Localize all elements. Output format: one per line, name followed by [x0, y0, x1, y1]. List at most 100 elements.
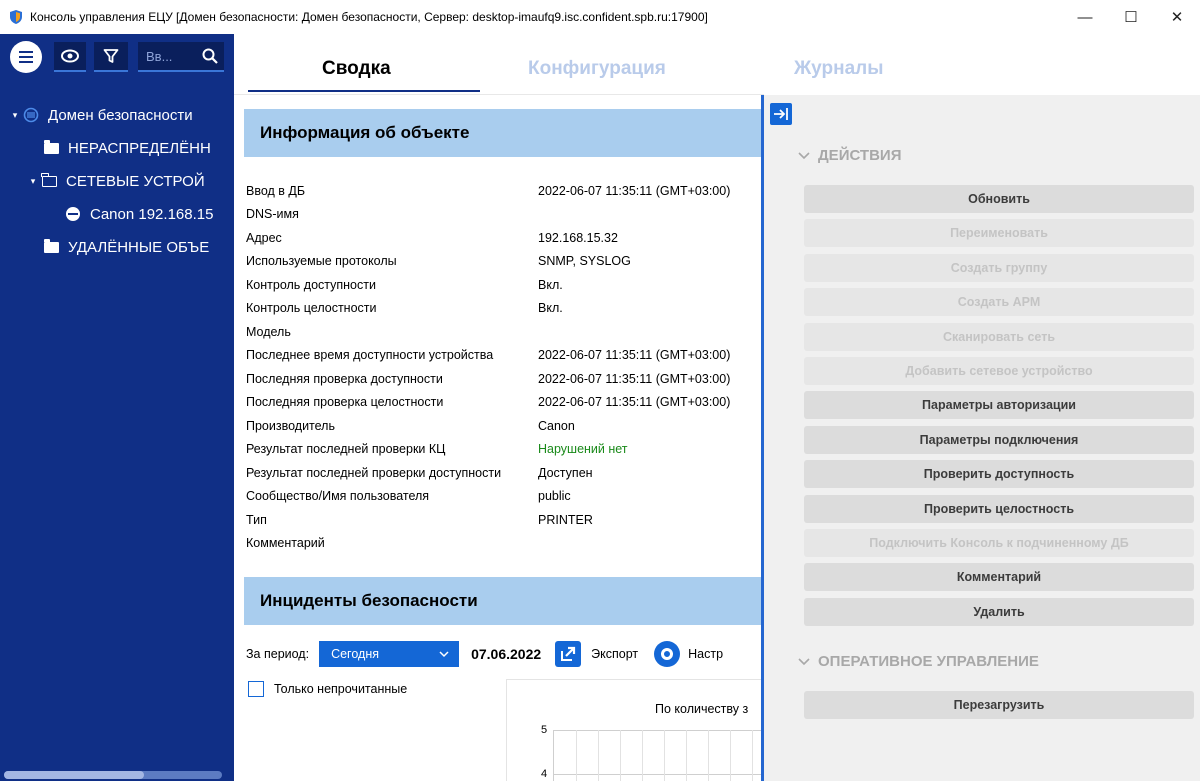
- filter-button[interactable]: [94, 42, 128, 72]
- property-row: Последняя проверка целостности 2022-06-07…: [246, 391, 761, 415]
- property-key: Контроль целостности: [246, 301, 377, 316]
- window-title: Консоль управления ЕЦУ [Домен безопаснос…: [30, 10, 708, 24]
- device-icon: [64, 206, 82, 222]
- auth-settings-button[interactable]: Параметры авторизации: [804, 391, 1194, 420]
- navigation-horizontal-scrollbar[interactable]: [4, 771, 222, 779]
- y-tick-label: 4: [541, 768, 548, 780]
- domain-icon: [22, 107, 40, 123]
- minimize-button[interactable]: —: [1062, 0, 1108, 34]
- tree-item-label: Canon 192.168.15: [90, 205, 214, 223]
- tab-summary[interactable]: Сводка: [322, 58, 391, 80]
- folder-icon: [42, 139, 60, 156]
- operational-actions-list: Перезагрузить: [804, 691, 1194, 725]
- app-shield-icon: [10, 10, 22, 24]
- property-row: Ввод в ДБ 2022-06-07 11:35:11 (GMT+03:00): [246, 179, 761, 203]
- integrity-status-value: Нарушений нет: [538, 442, 628, 457]
- property-value: Canon: [538, 418, 575, 433]
- actions-panel: ДЕЙСТВИЯ Обновить Переименовать Создать …: [764, 95, 1200, 781]
- period-label: За период:: [246, 647, 310, 661]
- property-value: Вкл.: [538, 277, 563, 292]
- navigation-panel: ▾ Домен безопасности НЕРАСПРЕДЕЛЁНН ▾ СЕ…: [0, 34, 234, 781]
- gear-icon[interactable]: [654, 641, 681, 667]
- chevron-down-icon: [798, 657, 810, 665]
- checkbox-box[interactable]: [248, 681, 264, 697]
- property-key: Используемые протоколы: [246, 254, 397, 269]
- tree-item-domain[interactable]: ▾ Домен безопасности: [8, 98, 193, 132]
- property-value: SNMP, SYSLOG: [538, 254, 631, 269]
- tree-search-input[interactable]: [146, 48, 190, 64]
- incidents-header[interactable]: Инциденты безопасности: [244, 577, 761, 625]
- tree-item-label: Домен безопасности: [48, 106, 193, 124]
- summary-panel: Информация об объекте Ввод в ДБ 2022-06-0…: [234, 95, 761, 781]
- actions-group-title: ДЕЙСТВИЯ: [818, 147, 902, 164]
- property-value: 2022-06-07 11:35:11 (GMT+03:00): [538, 395, 731, 410]
- comment-button[interactable]: Комментарий: [804, 563, 1194, 592]
- check-integrity-button[interactable]: Проверить целостность: [804, 494, 1194, 523]
- property-value: 2022-06-07 11:35:11 (GMT+03:00): [538, 348, 731, 363]
- property-row: Производитель Canon: [246, 414, 761, 438]
- property-key: Контроль доступности: [246, 277, 376, 292]
- search-icon[interactable]: [202, 48, 218, 64]
- view-toggle-button[interactable]: [54, 42, 86, 72]
- create-workstation-button[interactable]: Создать АРМ: [804, 288, 1194, 317]
- property-key: Последняя проверка доступности: [246, 371, 443, 386]
- expand-arrow-icon[interactable]: ▾: [26, 176, 40, 187]
- tree-item-canon-device[interactable]: Canon 192.168.15: [64, 197, 213, 231]
- connection-settings-button[interactable]: Параметры подключения: [804, 425, 1194, 454]
- actions-group-header[interactable]: ДЕЙСТВИЯ: [798, 147, 902, 164]
- property-key: Результат последней проверки КЦ: [246, 442, 446, 457]
- property-row: Последнее время доступности устройства 20…: [246, 344, 761, 368]
- maximize-button[interactable]: ☐: [1108, 0, 1154, 34]
- scrollbar-thumb[interactable]: [4, 771, 144, 779]
- tree-item-label: УДАЛЁННЫЕ ОБЪЕ: [68, 238, 210, 256]
- property-value: Доступен: [538, 465, 593, 480]
- object-properties: Ввод в ДБ 2022-06-07 11:35:11 (GMT+03:00)…: [246, 179, 761, 555]
- unread-only-checkbox[interactable]: Только непрочитанные: [248, 681, 407, 697]
- property-key: Модель: [246, 324, 291, 339]
- refresh-button[interactable]: Обновить: [804, 185, 1194, 213]
- tree-item-unassigned[interactable]: НЕРАСПРЕДЕЛЁНН: [42, 131, 211, 165]
- window-titlebar: Консоль управления ЕЦУ [Домен безопаснос…: [0, 0, 1200, 34]
- period-select[interactable]: Сегодня: [319, 641, 460, 667]
- property-value: public: [538, 489, 571, 504]
- check-availability-button[interactable]: Проверить доступность: [804, 460, 1194, 489]
- export-icon[interactable]: [555, 641, 582, 667]
- tab-configuration[interactable]: Конфигурация: [528, 58, 666, 80]
- property-key: Тип: [246, 512, 267, 527]
- tree-item-deleted-objects[interactable]: УДАЛЁННЫЕ ОБЪЕ: [42, 230, 209, 264]
- reboot-button[interactable]: Перезагрузить: [804, 691, 1194, 719]
- tree-item-network-devices[interactable]: ▾ СЕТЕВЫЕ УСТРОЙ: [26, 164, 205, 198]
- filter-icon: [103, 49, 119, 63]
- export-button[interactable]: Экспорт: [591, 647, 638, 661]
- collapse-panel-icon[interactable]: [770, 103, 792, 125]
- y-tick-label: 5: [541, 724, 548, 736]
- property-row: Модель: [246, 320, 761, 344]
- tab-logs[interactable]: Журналы: [794, 58, 883, 80]
- property-key: Сообщество/Имя пользователя: [246, 489, 430, 504]
- tree-search-box[interactable]: [138, 42, 224, 72]
- delete-button[interactable]: Удалить: [804, 597, 1194, 626]
- settings-button[interactable]: Настр: [688, 647, 723, 661]
- create-group-button[interactable]: Создать группу: [804, 253, 1194, 282]
- menu-button[interactable]: [10, 41, 42, 73]
- property-row: Тип PRINTER: [246, 508, 761, 532]
- object-info-header[interactable]: Информация об объекте: [244, 109, 761, 157]
- operational-group-title: ОПЕРАТИВНОЕ УПРАВЛЕНИЕ: [818, 653, 1039, 670]
- property-row: Используемые протоколы SNMP, SYSLOG: [246, 250, 761, 274]
- tree-item-label: НЕРАСПРЕДЕЛЁНН: [68, 139, 211, 157]
- operational-group-header[interactable]: ОПЕРАТИВНОЕ УПРАВЛЕНИЕ: [798, 653, 1039, 670]
- close-button[interactable]: ✕: [1154, 0, 1200, 34]
- property-key: Производитель: [246, 418, 335, 433]
- property-value: Вкл.: [538, 301, 563, 316]
- add-network-device-button[interactable]: Добавить сетевое устройство: [804, 356, 1194, 385]
- active-tab-indicator: [248, 90, 480, 92]
- expand-arrow-icon[interactable]: ▾: [8, 110, 22, 121]
- connect-console-button[interactable]: Подключить Консоль к подчиненному ДБ: [804, 528, 1194, 557]
- property-row: Комментарий: [246, 532, 761, 556]
- scan-network-button[interactable]: Сканировать сеть: [804, 322, 1194, 351]
- folder-open-icon: [40, 172, 58, 189]
- property-key: DNS-имя: [246, 207, 299, 222]
- property-value: 2022-06-07 11:35:11 (GMT+03:00): [538, 371, 731, 386]
- property-row: Контроль целостности Вкл.: [246, 297, 761, 321]
- rename-button[interactable]: Переименовать: [804, 219, 1194, 248]
